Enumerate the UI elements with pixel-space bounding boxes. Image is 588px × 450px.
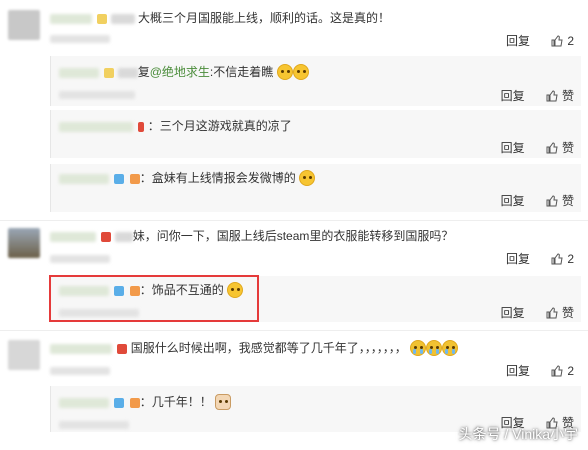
timestamp: [50, 34, 110, 43]
avatar[interactable]: [8, 228, 40, 258]
reply-button[interactable]: 回复: [501, 139, 525, 156]
badge-icon: [129, 173, 140, 184]
thumb-up-icon: [546, 307, 558, 319]
comment-actions: 回复 2: [506, 362, 574, 379]
divider: [0, 220, 588, 221]
comment-item: 国服什么时候出啊，我感觉都等了几千年了，，，，，，，: [50, 340, 580, 380]
like-label: 赞: [561, 141, 574, 155]
reply-button[interactable]: 回复: [506, 362, 530, 379]
username[interactable]: [59, 397, 109, 408]
divider: [0, 330, 588, 331]
crying-emoji-icon: [410, 340, 427, 356]
username[interactable]: [50, 231, 96, 242]
vip-icon: [97, 13, 108, 24]
timestamp: [50, 254, 110, 263]
like-button[interactable]: 2: [551, 252, 574, 266]
timestamp: [59, 420, 129, 429]
badge-icon: [138, 121, 145, 132]
reply-button[interactable]: 回复: [506, 32, 530, 49]
smile-emoji-icon: [292, 64, 309, 80]
timestamp: [50, 366, 110, 375]
thumb-up-icon: [551, 35, 563, 47]
vip-icon: [114, 397, 125, 408]
dog-emoji-icon: [215, 394, 232, 410]
watermark: 头条号 / Vinika小宇: [458, 426, 578, 442]
username-suffix: [110, 13, 135, 24]
like-button[interactable]: 赞: [546, 87, 574, 104]
badge-icon: [101, 231, 112, 242]
crying-emoji-icon: [426, 340, 443, 356]
reply-actions: 回复 赞: [501, 139, 574, 156]
like-label: 赞: [561, 306, 574, 320]
reply-button[interactable]: 回复: [501, 304, 525, 321]
comment-item: 妹，问你一下，国服上线后steam里的衣服能转移到国服吗？: [50, 228, 580, 268]
surprised-emoji-icon: [299, 170, 316, 186]
comment-text: ：盒妹有上线情报会发微博的: [139, 171, 296, 185]
vip-icon: [114, 173, 125, 184]
thumb-up-icon: [551, 253, 563, 265]
thumb-up-icon: [546, 90, 558, 102]
badge-icon: [117, 343, 128, 354]
like-label: 赞: [561, 194, 574, 208]
comment-text: ：三个月这游戏就真的凉了: [147, 119, 292, 133]
highlight-box: [49, 275, 259, 322]
reply-actions: 回复 赞: [501, 87, 574, 104]
like-button[interactable]: 2: [551, 34, 574, 48]
reply-actions: 回复 赞: [501, 192, 574, 209]
reply-button[interactable]: 回复: [501, 87, 525, 104]
comment-text: 大概三个月国服能上线，顺利的话。这是真的！: [138, 11, 391, 25]
comment-item: 大概三个月国服能上线，顺利的话。这是真的！: [50, 8, 580, 48]
comment-text: 国服什么时候出啊，我感觉都等了几千年了，，，，，，，: [130, 341, 407, 355]
badge-icon: [129, 397, 140, 408]
thumb-up-icon: [546, 195, 558, 207]
like-button[interactable]: 赞: [546, 192, 574, 209]
username[interactable]: [59, 67, 99, 78]
username-suffix: [117, 67, 138, 78]
comment-actions: 回复 2: [506, 32, 574, 49]
thumb-up-icon: [551, 365, 563, 377]
username[interactable]: [59, 173, 109, 184]
vip-icon: [104, 67, 115, 78]
username-suffix: [114, 231, 133, 242]
like-button[interactable]: 赞: [546, 304, 574, 321]
reply-actions: 回复 赞: [501, 304, 574, 321]
avatar[interactable]: [8, 10, 40, 40]
avatar[interactable]: [8, 340, 40, 370]
like-label: 赞: [561, 89, 574, 103]
username[interactable]: [59, 121, 133, 132]
like-button[interactable]: 赞: [546, 139, 574, 156]
like-count: 2: [567, 34, 574, 48]
comment-actions: 回复 2: [506, 250, 574, 267]
reply-button[interactable]: 回复: [506, 250, 530, 267]
like-button[interactable]: 2: [551, 364, 574, 378]
thumb-up-icon: [546, 142, 558, 154]
like-count: 2: [567, 364, 574, 378]
smile-emoji-icon: [276, 64, 293, 80]
comment-text: :不信走着瞧: [209, 65, 274, 79]
timestamp: [59, 90, 135, 99]
username[interactable]: [50, 343, 112, 354]
username[interactable]: [50, 13, 92, 24]
like-count: 2: [567, 252, 574, 266]
mention-link[interactable]: @绝地求生: [150, 65, 210, 79]
reply-button[interactable]: 回复: [501, 192, 525, 209]
comment-text: ：几千年！！: [139, 395, 212, 409]
crying-emoji-icon: [442, 340, 459, 356]
comment-text: ，问你一下，国服上线后steam里的衣服能转移到国服吗？: [144, 229, 454, 243]
